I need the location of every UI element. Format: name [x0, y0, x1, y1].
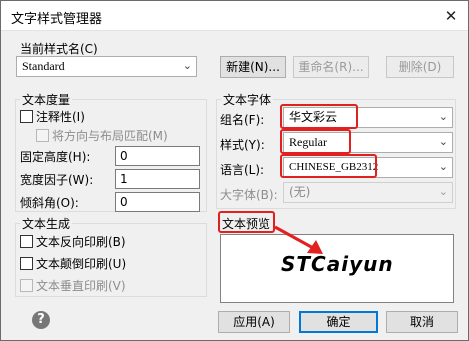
width-factor-input[interactable]: 1: [115, 169, 200, 189]
font-style-label: 样式(Y):: [220, 138, 265, 152]
rename-button[interactable]: 重命名(R)...: [293, 56, 369, 78]
ok-button[interactable]: 确定: [299, 311, 378, 333]
highlight-box-font-family: [280, 104, 358, 129]
annotative-label: 注释性(I): [36, 110, 85, 124]
bigfont-label: 大字体(B):: [220, 188, 278, 202]
arrow-annotation-icon: [274, 225, 323, 254]
highlight-box-preview-title: [218, 211, 275, 233]
font-family-label: 组名(F):: [220, 113, 265, 127]
highlight-box-font-style: [280, 129, 351, 154]
chevron-down-icon: ⌄: [182, 59, 192, 72]
width-factor-label: 宽度因子(W):: [20, 173, 94, 187]
close-icon[interactable]: ✕: [440, 5, 462, 27]
vertical-checkbox[interactable]: [20, 279, 33, 292]
current-style-value: Standard: [22, 59, 65, 73]
bigfont-value: (无): [289, 185, 311, 199]
current-style-label: 当前样式名(C): [20, 42, 98, 56]
match-layout-checkbox[interactable]: [36, 129, 49, 142]
window-title: 文字样式管理器: [11, 12, 103, 27]
chevron-down-icon: ⌄: [438, 110, 448, 123]
oblique-angle-input[interactable]: 0: [115, 192, 200, 212]
cancel-button[interactable]: 取消: [386, 311, 458, 333]
text-font-title: 文本字体: [221, 91, 274, 108]
current-style-select[interactable]: Standard ⌄: [16, 56, 197, 77]
backwards-checkbox[interactable]: [20, 235, 33, 248]
language-label: 语言(L):: [220, 163, 265, 177]
match-layout-label: 将方向与布局匹配(M): [52, 129, 168, 143]
text-style-manager-dialog: 文字样式管理器 ✕ 当前样式名(C) Standard ⌄ 新建(N)... 重…: [0, 0, 469, 341]
chevron-down-icon: ⌄: [438, 160, 448, 173]
fixed-height-input[interactable]: 0: [115, 146, 200, 166]
oblique-angle-label: 倾斜角(O):: [20, 196, 79, 210]
new-button[interactable]: 新建(N)...: [220, 56, 286, 78]
text-generation-title: 文本生成: [20, 215, 73, 232]
bigfont-select[interactable]: (无) ⌄: [283, 182, 453, 203]
upside-down-checkbox[interactable]: [20, 257, 33, 270]
chevron-down-icon: ⌄: [438, 135, 448, 148]
help-icon[interactable]: ?: [32, 311, 50, 329]
vertical-label: 文本垂直印刷(V): [36, 279, 126, 293]
annotative-checkbox[interactable]: [20, 110, 33, 123]
highlight-box-language: [280, 154, 377, 178]
apply-button[interactable]: 应用(A): [218, 311, 290, 333]
fixed-height-label: 固定高度(H):: [20, 150, 91, 164]
chevron-down-icon: ⌄: [438, 185, 448, 198]
title-bar: 文字样式管理器 ✕: [1, 1, 468, 31]
backwards-label: 文本反向印刷(B): [36, 235, 126, 249]
delete-button[interactable]: 删除(D): [386, 56, 454, 78]
upside-down-label: 文本颠倒印刷(U): [36, 257, 127, 271]
preview-box: STCaiyun: [220, 234, 454, 303]
text-measure-title: 文本度量: [20, 91, 73, 108]
